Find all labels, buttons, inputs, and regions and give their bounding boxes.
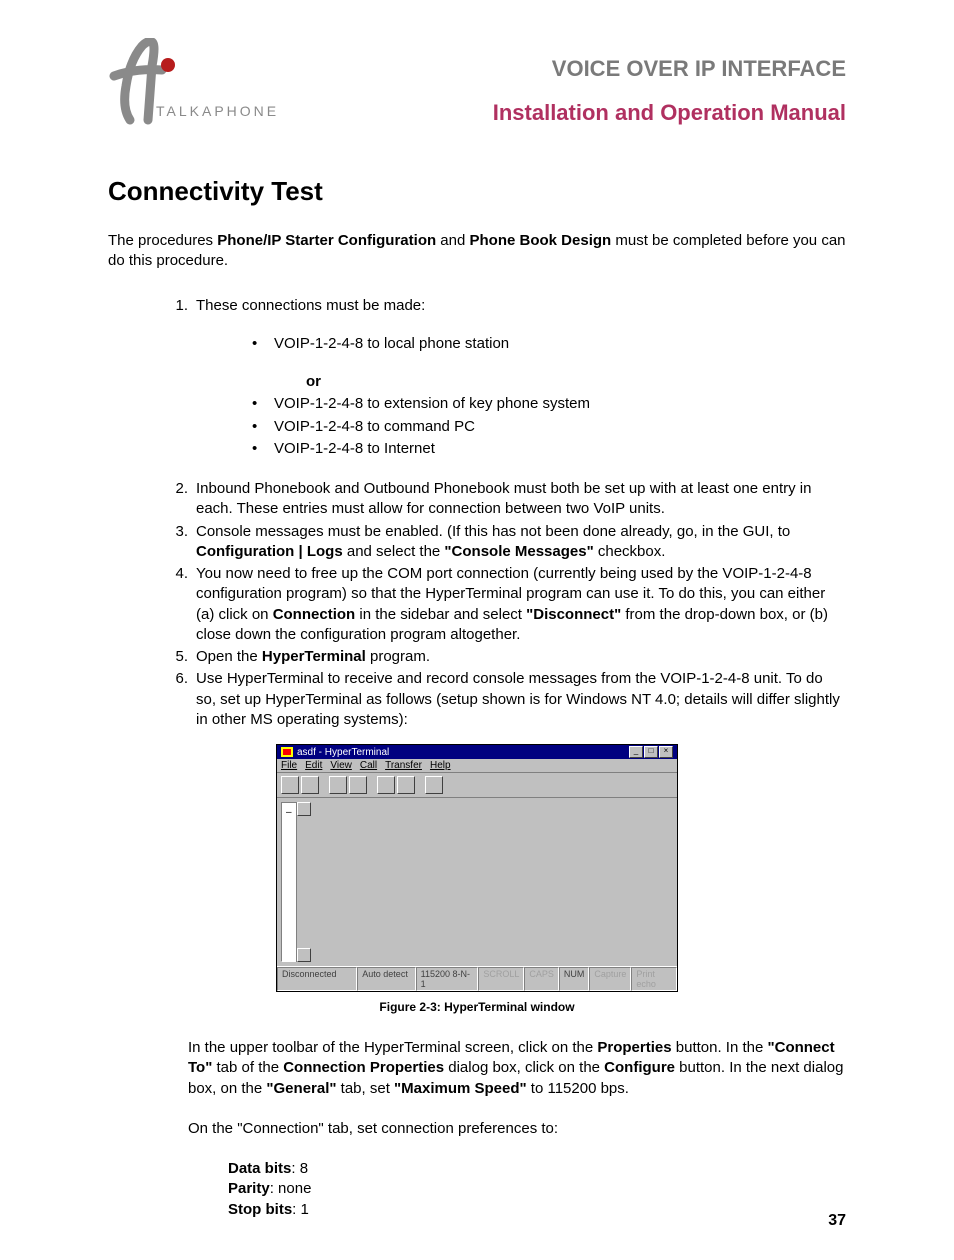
- doc-title-manual: Installation and Operation Manual: [288, 100, 846, 126]
- conn-c: VOIP-1-2-4-8 to command PC: [252, 417, 846, 437]
- figure-caption: Figure 2-3: HyperTerminal window: [108, 1000, 846, 1014]
- scroll-down-icon[interactable]: [297, 948, 311, 962]
- maximize-icon[interactable]: □: [644, 746, 658, 758]
- step-1-connections: VOIP-1-2-4-8 to local phone station: [196, 334, 846, 354]
- doc-title-product: VOICE OVER IP INTERFACE: [288, 56, 846, 82]
- status-scroll: SCROLL: [478, 967, 524, 991]
- tb-new-icon[interactable]: [281, 776, 299, 794]
- ht-menubar: File Edit View Call Transfer Help: [277, 759, 677, 773]
- connection-preferences: Data bits: 8 Parity: none Stop bits: 1: [228, 1159, 846, 1220]
- hyperterminal-window: asdf - HyperTerminal _ □ × File Edit View C…: [276, 744, 678, 992]
- tb-open-icon[interactable]: [301, 776, 319, 794]
- status-conn: Disconnected: [277, 967, 357, 991]
- status-num: NUM: [559, 967, 590, 991]
- menu-edit[interactable]: Edit: [305, 760, 322, 771]
- step-2: 2. Inbound Phonebook and Outbound Phoneb…: [108, 479, 846, 520]
- menu-transfer[interactable]: Transfer: [385, 760, 422, 771]
- talkaphone-logo-icon: TALKAPHONE: [108, 38, 288, 128]
- menu-file[interactable]: File: [281, 760, 297, 771]
- step-6: 6. Use HyperTerminal to receive and reco…: [108, 669, 846, 730]
- page-number: 37: [828, 1212, 846, 1230]
- conn-a: VOIP-1-2-4-8 to local phone station: [252, 334, 846, 354]
- ht-statusbar: Disconnected Auto detect 115200 8-N-1 SC…: [277, 966, 677, 991]
- properties-instructions: In the upper toolbar of the HyperTermina…: [188, 1038, 846, 1099]
- menu-call[interactable]: Call: [360, 760, 377, 771]
- ht-titlebar: asdf - HyperTerminal _ □ ×: [277, 745, 677, 759]
- figure-hyperterminal: asdf - HyperTerminal _ □ × File Edit View C…: [108, 744, 846, 992]
- procedure-list: 1. These connections must be made: VOIP-…: [108, 296, 846, 731]
- step-3: 3. Console messages must be enabled. (If…: [108, 522, 846, 563]
- step-1: 1. These connections must be made: VOIP-…: [108, 296, 846, 478]
- brand-text: TALKAPHONE: [156, 103, 279, 119]
- ht-toolbar: [277, 773, 677, 798]
- close-icon[interactable]: ×: [659, 746, 673, 758]
- intro-paragraph: The procedures Phone/IP Starter Configur…: [108, 231, 846, 272]
- ht-scrollbar[interactable]: [296, 802, 311, 962]
- connection-tab-instruction: On the "Connection" tab, set connection …: [188, 1119, 846, 1139]
- tb-connect-icon[interactable]: [329, 776, 347, 794]
- step-4: 4. You now need to free up the COM port …: [108, 564, 846, 645]
- ht-terminal-area[interactable]: –: [281, 802, 297, 962]
- section-heading: Connectivity Test: [108, 176, 846, 207]
- menu-help[interactable]: Help: [430, 760, 451, 771]
- step-5: 5. Open the HyperTerminal program.: [108, 647, 846, 667]
- ht-window-controls: _ □ ×: [629, 746, 673, 758]
- status-detect: Auto detect: [357, 967, 415, 991]
- ht-app-icon: [281, 747, 293, 757]
- tb-properties-icon[interactable]: [425, 776, 443, 794]
- status-capture: Capture: [589, 967, 631, 991]
- scroll-up-icon[interactable]: [297, 802, 311, 816]
- minimize-icon[interactable]: _: [629, 746, 643, 758]
- tb-receive-icon[interactable]: [397, 776, 415, 794]
- status-caps: CAPS: [524, 967, 559, 991]
- brand-logo: TALKAPHONE: [108, 38, 288, 128]
- status-printecho: Print echo: [631, 967, 677, 991]
- conn-b: VOIP-1-2-4-8 to extension of key phone s…: [252, 394, 846, 414]
- status-baud: 115200 8-N-1: [416, 967, 479, 991]
- conn-or: or: [196, 372, 846, 392]
- tb-send-icon[interactable]: [377, 776, 395, 794]
- menu-view[interactable]: View: [330, 760, 352, 771]
- tb-disconnect-icon[interactable]: [349, 776, 367, 794]
- step-1-connections-cont: VOIP-1-2-4-8 to extension of key phone s…: [196, 394, 846, 459]
- conn-d: VOIP-1-2-4-8 to Internet: [252, 439, 846, 459]
- ht-title-text: asdf - HyperTerminal: [297, 747, 389, 758]
- page-header: TALKAPHONE VOICE OVER IP INTERFACE Insta…: [108, 38, 846, 128]
